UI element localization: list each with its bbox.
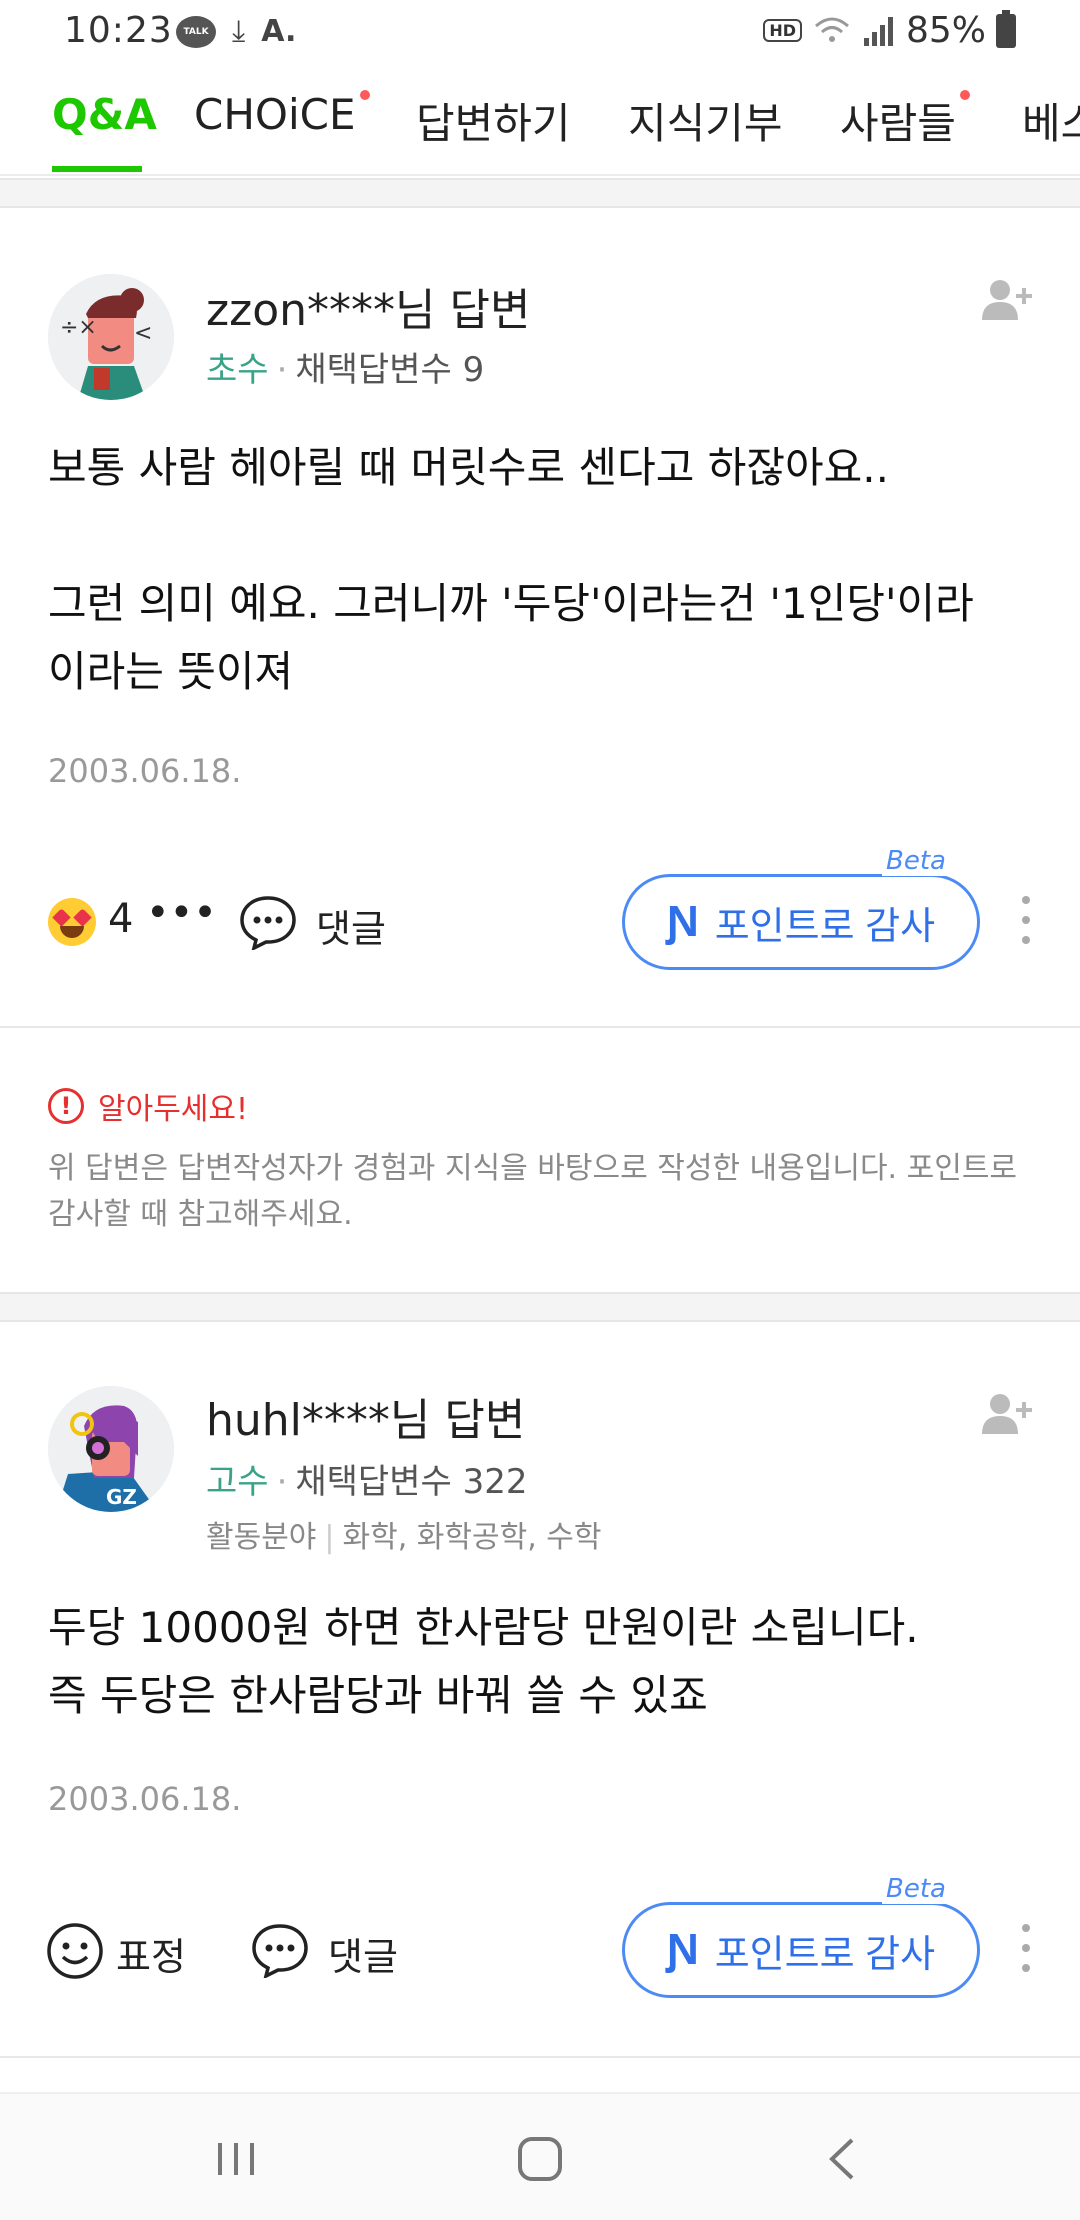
add-friend-icon[interactable] (980, 1392, 1036, 1436)
status-time: 10:23 (64, 10, 173, 51)
tab-people[interactable]: 사람들 (840, 90, 970, 151)
back-icon[interactable] (802, 2124, 882, 2194)
more-options-icon[interactable] (1018, 1924, 1034, 1980)
smile-icon[interactable] (46, 1922, 104, 1980)
answer-body: 두당 10000원 하면 한사람당 만원이란 소립니다. 즉 두당은 한사람당과… (48, 1594, 1038, 1730)
notice-heading: ! 알아두세요! (48, 1084, 248, 1128)
heart-eyes-emoji-icon[interactable] (48, 898, 96, 946)
warning-icon: ! (48, 1088, 84, 1124)
avatar-illustration: ÷× < (48, 274, 174, 400)
kakaotalk-icon: TALK (176, 16, 216, 48)
author-grade: 고수 (206, 1462, 269, 1502)
tab-answer[interactable]: 답변하기 (416, 90, 571, 151)
hd-icon: HD (763, 19, 802, 42)
author-grade: 초수 (206, 350, 269, 390)
new-dot (359, 90, 370, 100)
answer-date: 2003.06.18. (48, 1780, 242, 1818)
answer-actions: 4 ••• 댓글 Ɲ 포인트로 감사 Beta (0, 846, 1080, 972)
reaction-more-button[interactable]: ••• (146, 890, 217, 936)
svg-text:÷×: ÷× (60, 315, 97, 340)
avatar[interactable]: ÷× < (48, 274, 174, 400)
battery-percent: 85% (905, 10, 986, 51)
avatar-illustration: GZ (48, 1386, 174, 1512)
answer-body-line: 그런 의미 예요. 그러니까 '두당'이라는건 '1인당'이라 (48, 579, 974, 628)
more-options-icon[interactable] (1018, 896, 1034, 952)
tab-choice[interactable]: CHOiCE (194, 90, 370, 139)
activity-field: 활동분야 | 화학, 화학공학, 수학 (206, 1512, 601, 1556)
answer-body: 보통 사람 헤아릴 때 머릿수로 센다고 하잖아요.. 그런 의미 예요. 그러… (48, 434, 1038, 706)
adopted-count: 채택답변수 322 (295, 1462, 528, 1502)
tab-people-label: 사람들 (840, 99, 956, 148)
activity-field-values: 화학, 화학공학, 수학 (342, 1520, 602, 1555)
naver-pay-icon: Ɲ (666, 1925, 699, 1974)
svg-text:<: < (134, 321, 152, 346)
meta-separator: · (276, 1462, 288, 1502)
category-tabs: Q&A CHOiCE 답변하기 지식기부 사람들 베스 (0, 66, 1080, 176)
answer-author-meta: 고수 · 채택답변수 322 (206, 1454, 527, 1503)
tab-qna[interactable]: Q&A (52, 90, 157, 139)
status-bar: 10:23 TALK ⤓ A. HD 85% (0, 0, 1080, 66)
answer-actions: 표정 댓글 Ɲ 포인트로 감사 Beta (0, 1874, 1080, 2000)
activity-field-label: 활동분야 (206, 1520, 317, 1555)
naver-pay-icon: Ɲ (666, 897, 699, 946)
answer-body-line: 두당 10000원 하면 한사람당 만원이란 소립니다. (48, 1603, 919, 1652)
divider (0, 1026, 1080, 1028)
wifi-icon (814, 17, 849, 42)
answer-body-line: 보통 사람 헤아릴 때 머릿수로 센다고 하잖아요.. (48, 443, 889, 492)
beta-badge: Beta (882, 846, 950, 876)
divider (0, 2056, 1080, 2058)
section-separator (0, 178, 1080, 208)
section-separator (0, 1292, 1080, 1322)
svg-text:GZ: GZ (106, 1485, 137, 1509)
battery-icon (996, 9, 1016, 48)
meta-separator: · (276, 350, 288, 390)
answer-body-line: 즉 두당은 한사람당과 바꿔 쓸 수 있죠 (48, 1671, 708, 1720)
thanks-label: 포인트로 감사 (714, 1933, 936, 1976)
emotion-button[interactable]: 표정 (116, 1926, 186, 1981)
active-tab-indicator (52, 166, 142, 172)
system-navigation-bar (0, 2092, 1080, 2220)
a-icon: A. (261, 14, 297, 49)
notice-title: 알아두세요! (98, 1092, 249, 1127)
answer-body-line: 이라는 뜻이져 (48, 647, 294, 696)
answer-author-meta: 초수 · 채택답변수 9 (206, 342, 484, 391)
adopted-count: 채택답변수 9 (295, 350, 485, 390)
notice-text: 위 답변은 답변작성자가 경험과 지식을 바탕으로 작성한 내용입니다. 포인트… (48, 1151, 1018, 1232)
home-icon[interactable] (500, 2124, 580, 2194)
signal-icon (863, 16, 893, 46)
comment-button[interactable]: 댓글 (328, 1926, 398, 1981)
recent-apps-icon[interactable] (196, 2124, 276, 2194)
thanks-label: 포인트로 감사 (714, 905, 936, 948)
reaction-count[interactable]: 4 (108, 896, 133, 942)
answer-author[interactable]: zzon****님 답변 (206, 274, 530, 338)
tab-best[interactable]: 베스 (1022, 90, 1080, 151)
tab-choice-label: CHOiCE (194, 90, 356, 139)
answer-date: 2003.06.18. (48, 752, 242, 790)
tab-donation[interactable]: 지식기부 (628, 90, 783, 151)
answer-author[interactable]: huhl****님 답변 (206, 1384, 525, 1448)
comment-icon[interactable] (238, 894, 298, 950)
comment-button[interactable]: 댓글 (316, 898, 386, 953)
comment-icon[interactable] (250, 1922, 310, 1978)
thank-with-points-button[interactable]: Ɲ 포인트로 감사 (622, 874, 980, 970)
field-separator: | (324, 1520, 335, 1555)
add-friend-icon[interactable] (980, 278, 1036, 322)
beta-badge: Beta (882, 1874, 950, 1904)
thank-with-points-button[interactable]: Ɲ 포인트로 감사 (622, 1902, 980, 1998)
new-dot (959, 90, 970, 100)
download-icon: ⤓ (232, 14, 246, 49)
avatar[interactable]: GZ (48, 1386, 174, 1512)
